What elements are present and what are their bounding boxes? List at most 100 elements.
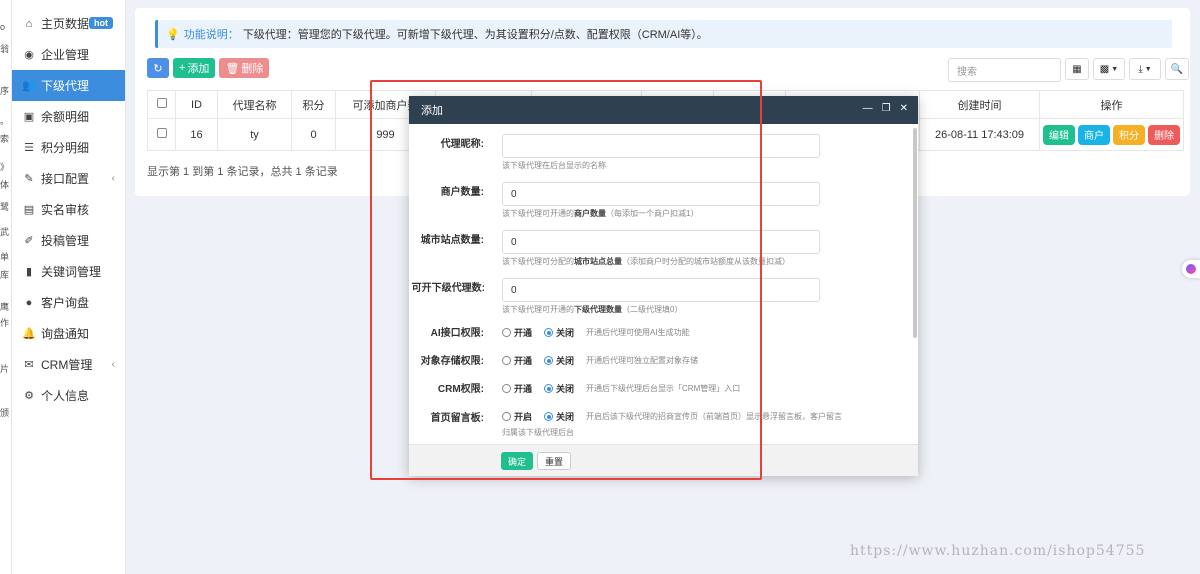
points-button[interactable]: 积分 xyxy=(1113,124,1145,145)
refresh-icon: ↻ xyxy=(153,62,163,75)
remove-button[interactable]: 删除 xyxy=(1148,124,1180,145)
sidebar-item-crm[interactable]: ✉ CRM管理 ‹ xyxy=(12,349,125,380)
field-label: 首页留言板: xyxy=(430,413,484,424)
column-header[interactable]: 积分 xyxy=(291,90,336,119)
search-button[interactable]: 🔍 xyxy=(1165,58,1189,80)
guestbook-radio-group: 开启 关闭 开启后该下级代理的招商宣传页（前端首页）显示悬浮留言板，客户留言 xyxy=(502,410,842,423)
field-label: 城市站点数量: xyxy=(420,235,484,246)
city-sites-input[interactable]: 0 xyxy=(502,230,820,254)
id-card-icon: ▤ xyxy=(23,204,35,216)
dialog-body: 代理昵称: 该下级代理在后台显示的名称 商户数量: 0 该下级代理可开通的商户数… xyxy=(409,124,918,444)
maximize-icon[interactable]: ❐ xyxy=(882,103,891,114)
strip-label: 序 xyxy=(0,86,10,96)
confirm-button[interactable]: 确定 xyxy=(501,452,534,470)
sidebar-item-realname[interactable]: ▤ 实名审核 xyxy=(12,194,125,225)
toggle-view-button[interactable]: ▦ xyxy=(1065,58,1089,80)
edit-button[interactable]: 编辑 xyxy=(1043,124,1075,145)
sidebar-item-inquiry-notify[interactable]: 🔔 询盘通知 xyxy=(12,318,125,349)
sidebar-item-api-config[interactable]: ✎ 接口配置 ‹ xyxy=(12,163,125,194)
cell-id: 16 xyxy=(175,118,218,151)
sidebar-item-profile[interactable]: ⚙ 个人信息 xyxy=(12,380,125,411)
refresh-button[interactable]: ↻ xyxy=(147,58,169,78)
field-help: 该下级代理在后台显示的名称 xyxy=(502,161,606,170)
sidebar-item-inquiries[interactable]: ● 客户询盘 xyxy=(12,287,125,318)
ai-off-radio[interactable]: 关闭 xyxy=(544,326,574,339)
cell-score: 0 xyxy=(291,118,336,151)
sidebar-item-dashboard[interactable]: ⌂ 主页数据 hot xyxy=(12,8,125,39)
merchant-count-input[interactable]: 0 xyxy=(502,182,820,206)
sidebar-item-label: 接口配置 xyxy=(41,172,90,186)
reset-button[interactable]: 重置 xyxy=(537,452,572,470)
lightbulb-icon: 💡 xyxy=(166,28,180,41)
crm-on-radio[interactable]: 开通 xyxy=(502,382,532,395)
download-icon: ⤓ xyxy=(1138,63,1143,75)
select-all-cell[interactable] xyxy=(147,90,176,119)
sidebar: ⌂ 主页数据 hot ◉ 企业管理 👥 下级代理 ▣ 余额明细 ☰ 积分明细 ✎… xyxy=(12,0,126,574)
guestbook-off-radio[interactable]: 关闭 xyxy=(544,410,574,423)
search-input[interactable]: 搜索 xyxy=(948,58,1061,82)
strip-label: 单 xyxy=(0,252,10,262)
search-placeholder: 搜索 xyxy=(957,66,977,78)
select-all-checkbox[interactable] xyxy=(156,98,167,108)
sidebar-item-label: 个人信息 xyxy=(41,389,90,403)
dialog-scrollbar[interactable] xyxy=(913,128,917,338)
column-header[interactable]: ID xyxy=(175,90,218,119)
trash-icon: 🗑 xyxy=(225,62,240,75)
column-header: 操作 xyxy=(1039,90,1184,119)
strip-label: 体 xyxy=(0,180,10,190)
chat-icon: ● xyxy=(25,296,33,309)
minimize-icon[interactable]: — xyxy=(863,103,873,114)
strip-label: 鹰 xyxy=(0,302,10,312)
close-icon[interactable]: ✕ xyxy=(900,103,908,114)
field-help: 该下级代理可开通的商户数量（每添加一个商户扣减1） xyxy=(502,209,699,218)
storage-radio-group: 开通 关闭 开通后代理可独立配置对象存储 xyxy=(502,354,698,367)
radio-hint: 开通后下级代理后台显示「CRM管理」入口 xyxy=(586,384,741,393)
merchant-button[interactable]: 商户 xyxy=(1078,124,1110,145)
nickname-input[interactable] xyxy=(502,134,820,158)
envelope-icon: ✉ xyxy=(24,359,34,371)
delete-button[interactable]: 🗑 删除 xyxy=(219,58,270,78)
strip-label: 鹭 xyxy=(0,202,10,212)
ai-on-radio[interactable]: 开通 xyxy=(502,326,532,339)
sidebar-item-label: 主页数据 xyxy=(41,17,90,31)
dialog-footer: 确定 重置 xyxy=(409,444,918,476)
sidebar-item-points[interactable]: ☰ 积分明细 xyxy=(12,132,125,163)
sidebar-item-balance[interactable]: ▣ 余额明细 xyxy=(12,101,125,132)
crm-off-radio[interactable]: 关闭 xyxy=(544,382,574,395)
caret-down-icon: ▼ xyxy=(1111,65,1119,73)
storage-on-radio[interactable]: 开通 xyxy=(502,354,532,367)
field-label: CRM权限: xyxy=(437,384,484,395)
sidebar-item-label: 客户询盘 xyxy=(41,296,90,310)
field-label: 对象存储权限: xyxy=(420,356,484,367)
left-edge-strip: o 翁 序 。 索 》 体 鹭 武 单 库 鹰 作 片 颁 xyxy=(0,0,12,574)
sidebar-item-label: CRM管理 xyxy=(41,358,93,372)
tip-text: 下级代理：管理您的下级代理。可新增下级代理、为其设置积分/点数、配置权限（CRM… xyxy=(242,29,708,41)
row-checkbox[interactable] xyxy=(156,128,167,138)
column-header[interactable]: 代理名称 xyxy=(217,90,292,119)
floating-assistant-icon[interactable] xyxy=(1182,260,1200,278)
sidebar-item-enterprise[interactable]: ◉ 企业管理 xyxy=(12,39,125,70)
strip-label: 库 xyxy=(0,270,10,280)
users-icon: 👥 xyxy=(22,80,36,92)
sidebar-item-sub-agents[interactable]: 👥 下级代理 xyxy=(12,70,125,101)
export-button[interactable]: ⤓ ▼ xyxy=(1129,58,1161,80)
guestbook-on-radio[interactable]: 开启 xyxy=(502,410,532,423)
edit-icon: ✐ xyxy=(24,235,34,247)
columns-button[interactable]: ▩ ▼ xyxy=(1093,58,1125,80)
book-icon: ▮ xyxy=(25,266,33,278)
radio-hint: 开通后代理可使用AI生成功能 xyxy=(586,328,690,337)
sidebar-item-submissions[interactable]: ✐ 投稿管理 xyxy=(12,225,125,256)
sidebar-item-keywords[interactable]: ▮ 关键词管理 xyxy=(12,256,125,287)
add-button[interactable]: + 添加 xyxy=(173,58,216,78)
storage-off-radio[interactable]: 关闭 xyxy=(544,354,574,367)
radio-hint-continued: 归属该下级代理后台 xyxy=(502,428,574,437)
column-header[interactable]: 创建时间 xyxy=(919,90,1040,119)
sub-agents-input[interactable]: 0 xyxy=(502,278,820,302)
radio-hint: 开启后该下级代理的招商宣传页（前端首页）显示悬浮留言板，客户留言 xyxy=(586,412,843,421)
field-label: 可开下级代理数: xyxy=(411,283,485,294)
sidebar-item-label: 下级代理 xyxy=(41,79,90,93)
cell-created: 26-08-11 17:43:09 xyxy=(919,118,1040,151)
add-label: 添加 xyxy=(187,63,210,75)
ai-radio-group: 开通 关闭 开通后代理可使用AI生成功能 xyxy=(502,326,690,339)
table-tools: ▦ ▩ ▼ ⤓ ▼ 🔍 xyxy=(1065,58,1189,80)
